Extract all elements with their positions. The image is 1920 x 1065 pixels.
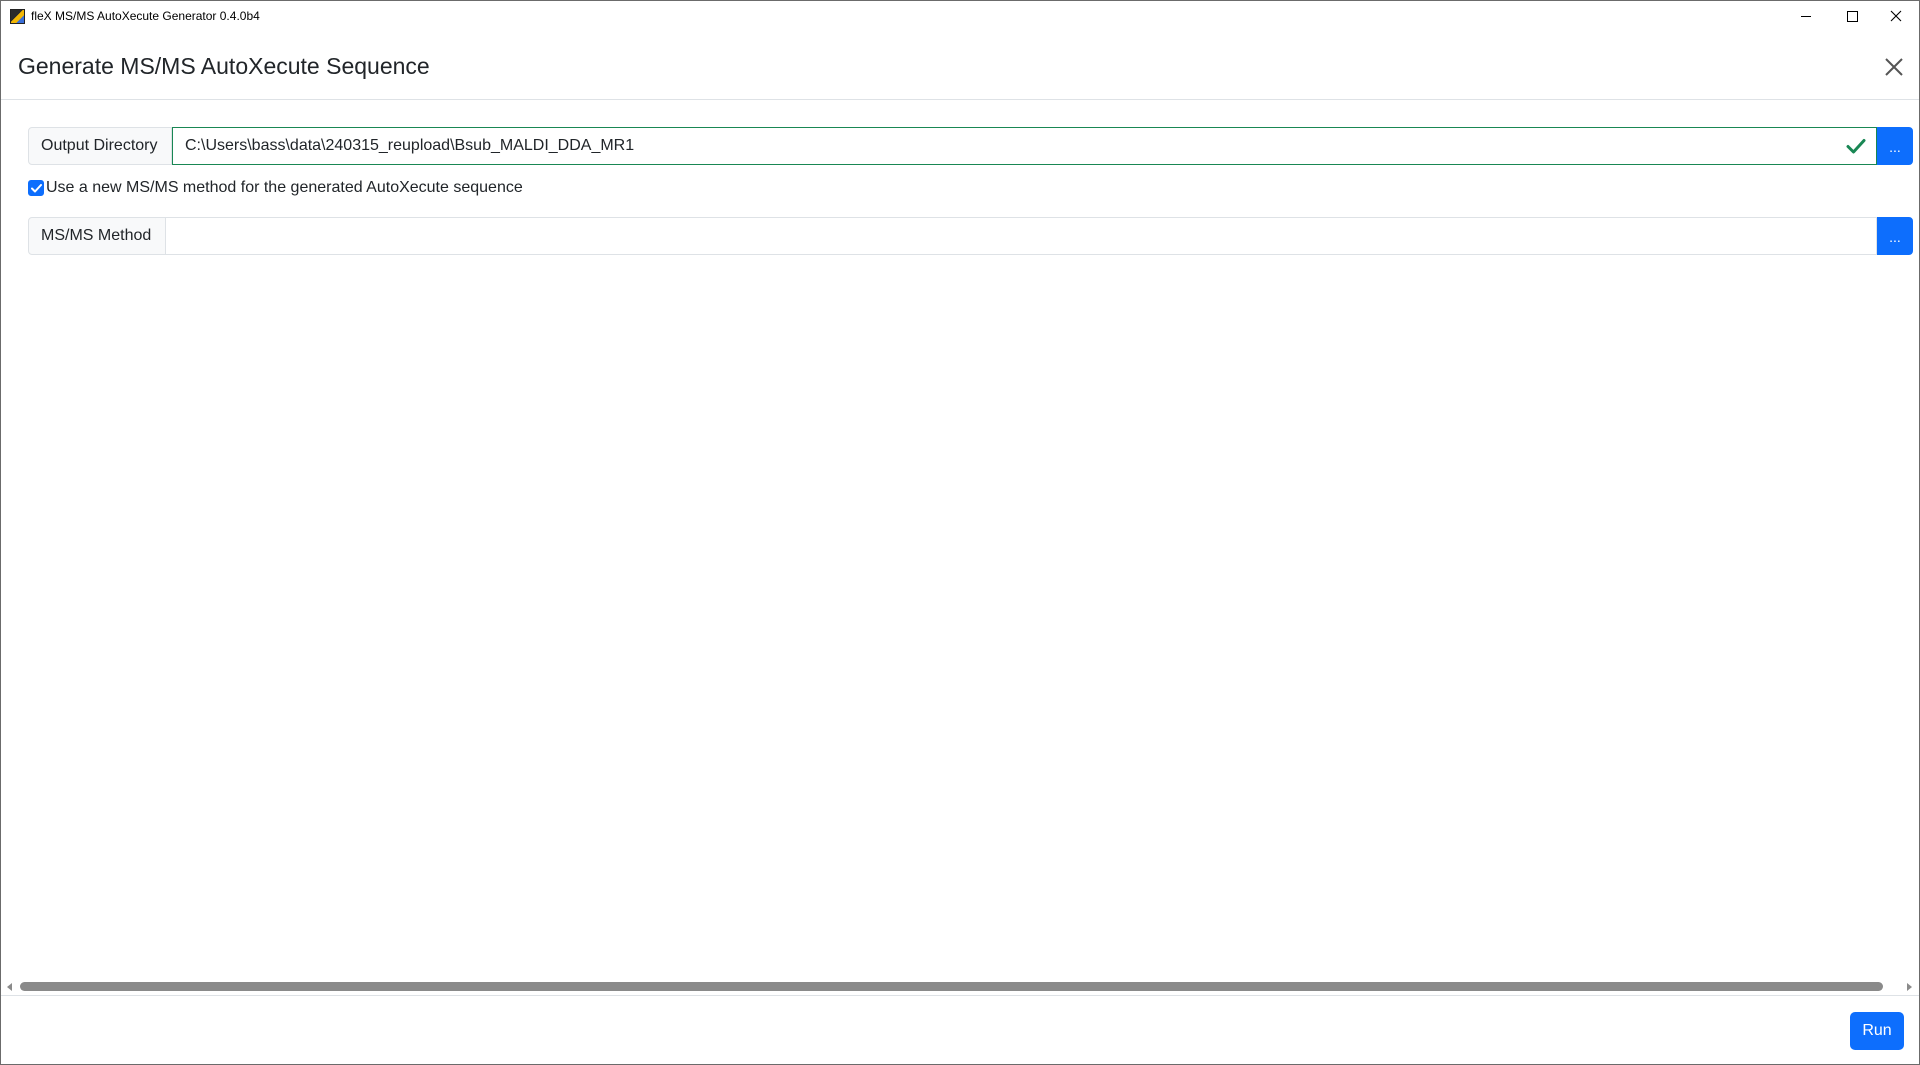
window-close-button[interactable]: [1873, 1, 1919, 31]
maximize-icon: [1846, 10, 1858, 22]
check-icon: [1846, 139, 1866, 154]
maximize-button[interactable]: [1829, 1, 1875, 31]
dialog-close-button[interactable]: [1880, 53, 1908, 81]
dialog-footer: Run: [1, 995, 1919, 1065]
window-title: fleX MS/MS AutoXecute Generator 0.4.0b4: [31, 9, 260, 23]
output-directory-label: Output Directory: [28, 127, 172, 165]
app-window: fleX MS/MS AutoXecute Generator 0.4.0b4 …: [0, 0, 1920, 1065]
msms-method-browse-button[interactable]: ...: [1877, 217, 1913, 255]
minimize-button[interactable]: [1783, 1, 1829, 31]
scroll-left-arrow-icon[interactable]: [7, 983, 12, 991]
horizontal-scrollbar[interactable]: [1, 979, 1919, 995]
scroll-right-arrow-icon[interactable]: [1907, 983, 1912, 991]
dialog-header: Generate MS/MS AutoXecute Sequence: [1, 31, 1919, 100]
title-bar: fleX MS/MS AutoXecute Generator 0.4.0b4: [1, 1, 1919, 31]
checkmark-icon: [30, 183, 42, 192]
output-directory-input[interactable]: C:\Users\bass\data\240315_reupload\Bsub_…: [172, 127, 1877, 165]
minimize-icon: [1801, 15, 1811, 17]
use-new-method-checkbox[interactable]: [28, 180, 44, 196]
run-button[interactable]: Run: [1850, 1012, 1904, 1050]
output-directory-value: C:\Users\bass\data\240315_reupload\Bsub_…: [185, 137, 635, 154]
app-icon: [10, 9, 25, 24]
msms-method-input[interactable]: [166, 217, 1877, 255]
msms-method-label: MS/MS Method: [28, 217, 166, 255]
close-icon: [1885, 58, 1903, 76]
close-icon: [1890, 10, 1902, 22]
output-directory-group: Output Directory C:\Users\bass\data\2403…: [28, 127, 1913, 165]
msms-method-group: MS/MS Method ...: [28, 217, 1913, 255]
output-directory-browse-button[interactable]: ...: [1877, 127, 1913, 165]
scrollbar-thumb[interactable]: [20, 982, 1883, 991]
dialog-title: Generate MS/MS AutoXecute Sequence: [18, 53, 430, 79]
use-new-method-option: Use a new MS/MS method for the generated…: [28, 178, 523, 198]
use-new-method-label[interactable]: Use a new MS/MS method for the generated…: [46, 179, 523, 197]
